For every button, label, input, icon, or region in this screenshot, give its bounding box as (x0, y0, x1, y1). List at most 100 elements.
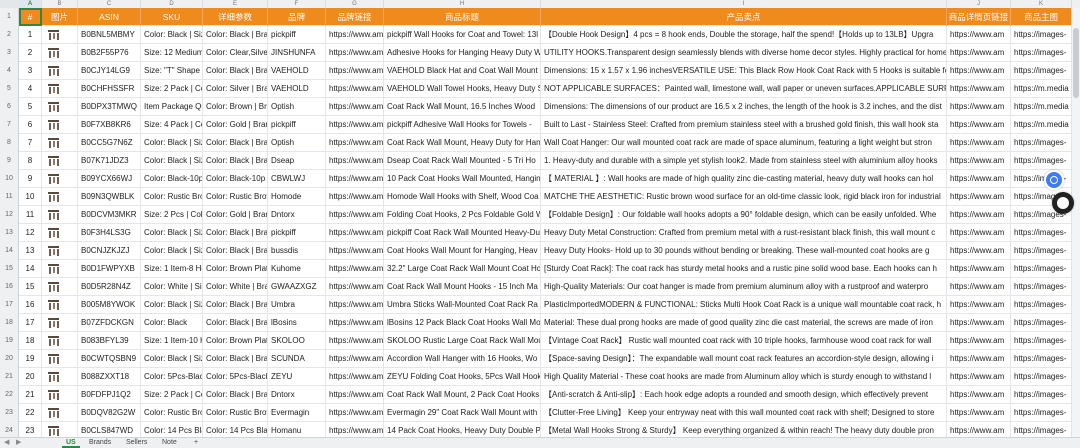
cell-img[interactable]: https://m.media (1011, 80, 1072, 98)
cell-brand[interactable]: VAEHOLD (268, 80, 326, 98)
cell-blink[interactable]: https://www.am (326, 188, 384, 206)
row-number[interactable]: 17 (0, 296, 19, 314)
cell-points[interactable]: PlasticImportedMODERN & FUNCTIONAL: Stic… (541, 296, 947, 314)
cell-points[interactable]: 【Vintage Coat Rack】 Rustic wall mounted … (541, 332, 947, 350)
row-number[interactable]: 13 (0, 224, 19, 242)
cell-sku[interactable]: Color: Black | Size (141, 224, 203, 242)
cell-n[interactable]: 6 (19, 116, 42, 134)
cell-sku[interactable]: Color: 14 Pcs Bla (141, 422, 203, 437)
cell-asin[interactable]: B005M8YWOK (78, 296, 141, 314)
cell-dlink[interactable]: https://www.am (947, 152, 1011, 170)
cell-points[interactable]: 1. Heavy-duty and durable with a simple … (541, 152, 947, 170)
cell-title[interactable]: pickpiff Wall Hooks for Coat and Towel: … (384, 26, 541, 44)
column-header-cell[interactable]: 图片 (42, 8, 78, 26)
cell-points[interactable]: Dimensions: The dimensions of our produc… (541, 98, 947, 116)
cell-n[interactable]: 23 (19, 422, 42, 437)
cell-brand[interactable]: pickpiff (268, 224, 326, 242)
row-number[interactable]: 7 (0, 116, 19, 134)
cell-dlink[interactable]: https://www.am (947, 44, 1011, 62)
cell-asin[interactable]: B0F7XB8KR6 (78, 116, 141, 134)
cell-img[interactable]: https://images- (1011, 404, 1072, 422)
column-header-cell[interactable]: 商品标题 (384, 8, 541, 26)
cell-blink[interactable]: https://www.am (326, 350, 384, 368)
cell-title[interactable]: Folding Coat Hooks, 2 Pcs Foldable Gold … (384, 206, 541, 224)
cell-sku[interactable]: Color: Black (141, 314, 203, 332)
product-thumbnail-cell[interactable] (42, 386, 78, 404)
row-number[interactable]: 18 (0, 314, 19, 332)
row-number[interactable]: 4 (0, 62, 19, 80)
cell-sku[interactable]: Color: Black | Size (141, 296, 203, 314)
cell-param[interactable]: Color: Black | Brai (203, 296, 268, 314)
cell-brand[interactable]: Kuhome (268, 260, 326, 278)
cell-blink[interactable]: https://www.am (326, 44, 384, 62)
cell-param[interactable]: Color: Rustic Brov (203, 188, 268, 206)
cell-title[interactable]: Umbra Sticks Wall-Mounted Coat Rack Ra (384, 296, 541, 314)
cell-asin[interactable]: B0D5R28N4Z (78, 278, 141, 296)
cell-sku[interactable]: Size: 1 Item-10 H (141, 332, 203, 350)
cell-param[interactable]: Color: Black | Brai (203, 386, 268, 404)
cell-param[interactable]: Color: Black | Brai (203, 152, 268, 170)
cell-param[interactable]: Color: Rustic Brov (203, 404, 268, 422)
product-thumbnail-cell[interactable] (42, 314, 78, 332)
cell-brand[interactable]: Evermagin (268, 404, 326, 422)
cell-points[interactable]: High Quality Material - These coat hooks… (541, 368, 947, 386)
cell-points[interactable]: Heavy Duty Metal Construction: Crafted f… (541, 224, 947, 242)
cell-param[interactable]: Color: Black | Brai (203, 242, 268, 260)
cell-sku[interactable]: Size: 1 Item-8 Hc (141, 260, 203, 278)
cell-asin[interactable]: B07K71JDZ3 (78, 152, 141, 170)
cell-sku[interactable]: Size: "T" Shape 5 (141, 62, 203, 80)
cell-points[interactable]: 【Foldable Design】: Our foldable wall hoo… (541, 206, 947, 224)
cell-param[interactable]: Color: Brown | Bra (203, 98, 268, 116)
cell-brand[interactable]: Homanu (268, 422, 326, 437)
cell-asin[interactable]: B0F3H4LS3G (78, 224, 141, 242)
column-header-cell[interactable]: 品牌链接 (326, 8, 384, 26)
cell-dlink[interactable]: https://www.am (947, 386, 1011, 404)
cell-n[interactable]: 1 (19, 26, 42, 44)
cell-img[interactable]: https://images- (1011, 278, 1072, 296)
cell-brand[interactable]: Dseap (268, 152, 326, 170)
cell-dlink[interactable]: https://www.am (947, 422, 1011, 437)
product-thumbnail-cell[interactable] (42, 296, 78, 314)
cell-n[interactable]: 17 (19, 314, 42, 332)
column-letter[interactable]: C (78, 0, 141, 8)
cell-brand[interactable]: pickpiff (268, 26, 326, 44)
cell-points[interactable]: UTILITY HOOKS.Transparent design seamles… (541, 44, 947, 62)
cell-dlink[interactable]: https://www.am (947, 188, 1011, 206)
cell-param[interactable]: Color: Brown Plat (203, 332, 268, 350)
cell-points[interactable]: Material: These dual prong hooks are mad… (541, 314, 947, 332)
row-number[interactable]: 15 (0, 260, 19, 278)
cell-points[interactable]: 【Anti-scratch & Anti-slip】: Each hook ed… (541, 386, 947, 404)
cell-sku[interactable]: Size: 2 Pack | Col (141, 80, 203, 98)
row-number[interactable]: 10 (0, 170, 19, 188)
cell-img[interactable]: https://images- (1011, 26, 1072, 44)
cell-param[interactable]: Color: Black | Brai (203, 134, 268, 152)
cell-brand[interactable]: CBWLWJ (268, 170, 326, 188)
cell-points[interactable]: Dimensions: 15 x 1.57 x 1.96 inchesVERSA… (541, 62, 947, 80)
cell-dlink[interactable]: https://www.am (947, 26, 1011, 44)
cell-blink[interactable]: https://www.am (326, 98, 384, 116)
cell-img[interactable]: https://images- (1011, 62, 1072, 80)
cell-blink[interactable]: https://www.am (326, 206, 384, 224)
column-letter[interactable]: F (268, 0, 326, 8)
cell-brand[interactable]: Homode (268, 188, 326, 206)
cell-brand[interactable]: ZEYU (268, 368, 326, 386)
cell-n[interactable]: 10 (19, 188, 42, 206)
cell-n[interactable]: 22 (19, 404, 42, 422)
column-header-cell[interactable]: 品牌 (268, 8, 326, 26)
cell-sku[interactable]: Color: Black-10p (141, 170, 203, 188)
cell-asin[interactable]: B0CC5G7N6Z (78, 134, 141, 152)
cell-asin[interactable]: B0DQV82G2W (78, 404, 141, 422)
cell-title[interactable]: pickpiff Coat Rack Wall Mounted Heavy-Du (384, 224, 541, 242)
cell-asin[interactable]: B0D1FWPYXB (78, 260, 141, 278)
cell-img[interactable]: https://images- (1011, 134, 1072, 152)
product-thumbnail-cell[interactable] (42, 350, 78, 368)
cell-n[interactable]: 15 (19, 278, 42, 296)
cell-brand[interactable]: lBosins (268, 314, 326, 332)
cell-param[interactable]: Color: Black | Brai (203, 314, 268, 332)
cell-blink[interactable]: https://www.am (326, 116, 384, 134)
cell-sku[interactable]: Color: Black | Size (141, 350, 203, 368)
cell-param[interactable]: Color: Black | Brai (203, 224, 268, 242)
cell-brand[interactable]: VAEHOLD (268, 62, 326, 80)
cell-points[interactable]: NOT APPLICABLE SURFACES：Painted wall, li… (541, 80, 947, 98)
cell-title[interactable]: Accordion Wall Hanger with 16 Hooks, Wo (384, 350, 541, 368)
